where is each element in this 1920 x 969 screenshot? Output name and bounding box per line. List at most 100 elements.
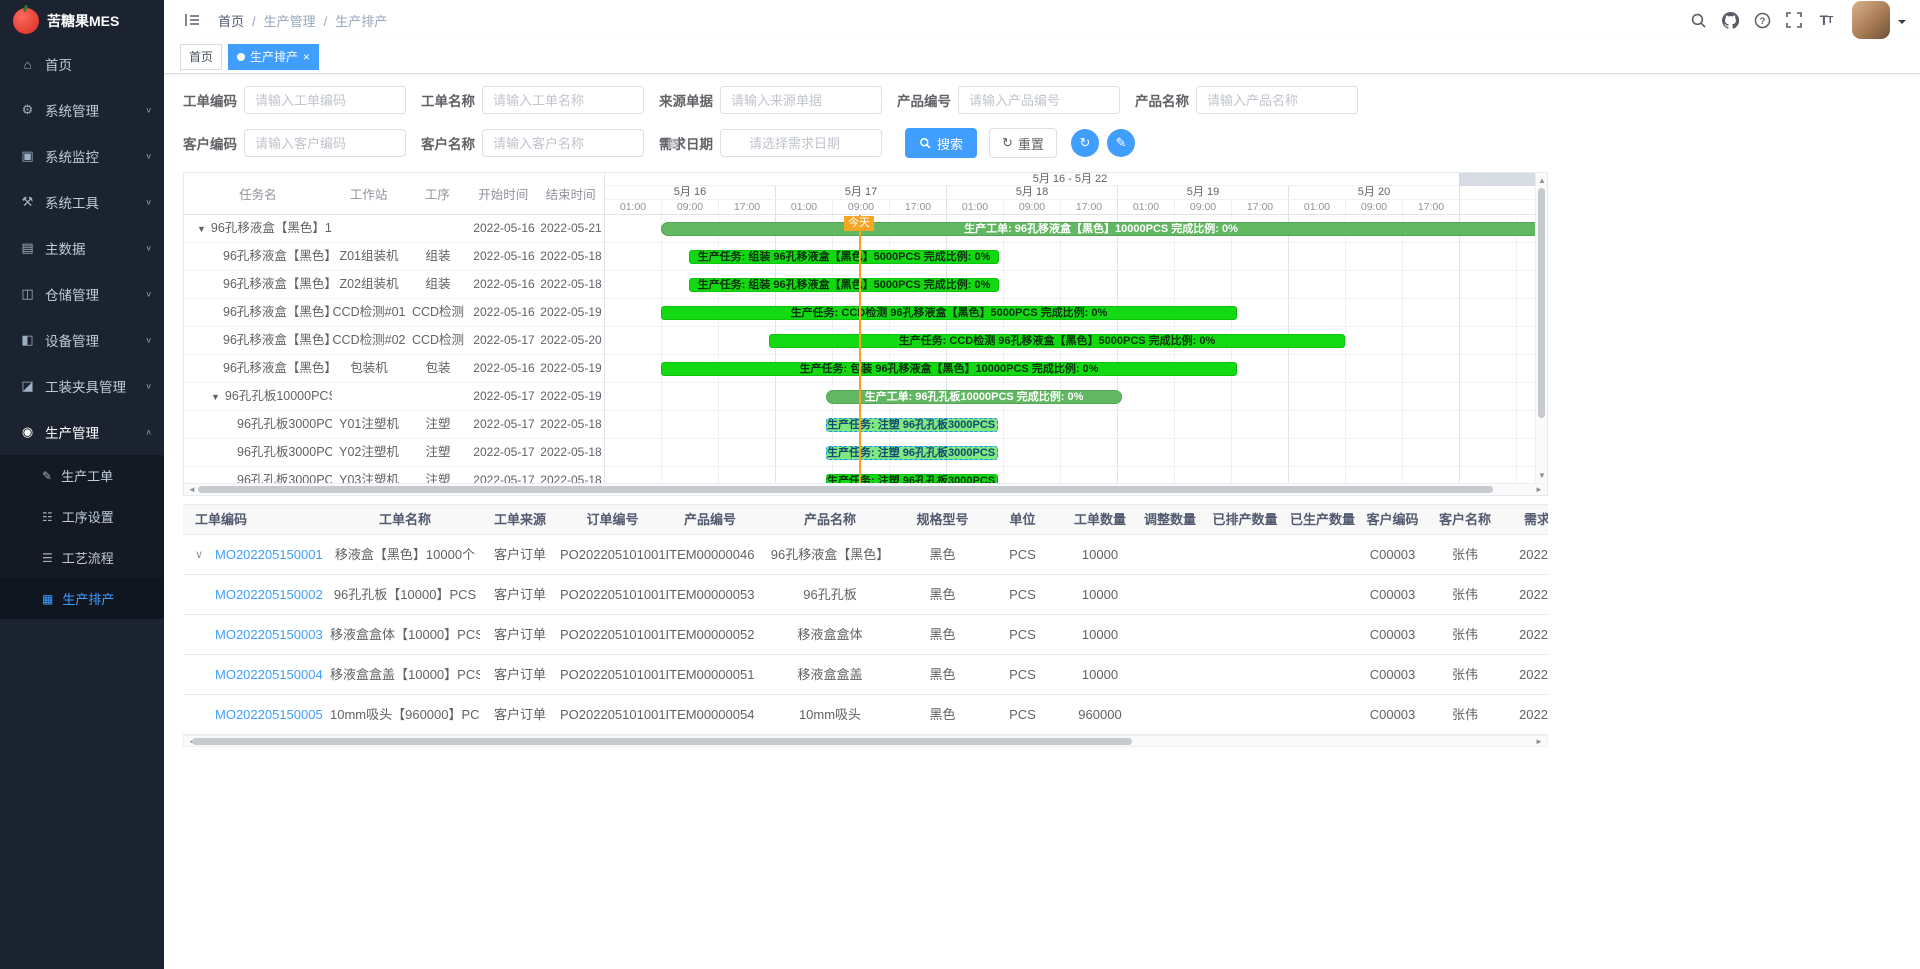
- gantt-bar[interactable]: 生产工单: 96孔孔板10000PCS 完成比例: 0%: [826, 390, 1122, 404]
- scroll-right-icon[interactable]: ►: [1533, 737, 1545, 746]
- gantt-bar[interactable]: 生产任务: CCD检测 96孔移液盒【黑色】5000PCS 完成比例: 0%: [661, 306, 1237, 320]
- filter-label: 客户编码: [183, 133, 237, 153]
- gantt-bar[interactable]: 生产工单: 96孔移液盒【黑色】10000PCS 完成比例: 0%: [661, 222, 1535, 236]
- process: [406, 383, 470, 410]
- sidebar-menu-item[interactable]: ▣ 系统监控 ∨: [0, 133, 164, 179]
- breadcrumb-item[interactable]: 生产排产: [316, 11, 388, 30]
- work-order-source: 客户订单: [480, 575, 560, 614]
- end-time: 2022-05-18: [538, 439, 605, 466]
- filter-input[interactable]: [482, 129, 644, 157]
- work-order-code-link[interactable]: MO202205150005: [215, 695, 323, 734]
- filter-input[interactable]: [244, 129, 406, 157]
- work-order-source: 客户订单: [480, 655, 560, 694]
- scroll-left-icon[interactable]: ◄: [186, 485, 198, 494]
- search-button[interactable]: 搜索: [905, 128, 977, 158]
- chevron-icon: ∨: [145, 197, 152, 206]
- filter-input[interactable]: [720, 129, 882, 157]
- gantt-hour-label: 17:00: [719, 200, 776, 214]
- table-column-header: 客户名称: [1425, 505, 1505, 534]
- row-expand-icon[interactable]: ∨: [195, 535, 215, 574]
- filter-input[interactable]: [244, 86, 406, 114]
- workstation: [332, 383, 406, 410]
- scroll-up-icon[interactable]: ▲: [1536, 176, 1548, 185]
- sidebar-submenu-item[interactable]: ☰ 工艺流程: [0, 537, 164, 578]
- reset-button[interactable]: ↻ 重置: [989, 128, 1057, 158]
- gantt-day-label: 5月 20: [1289, 186, 1460, 199]
- sidebar-submenu-item[interactable]: ☷ 工序设置: [0, 496, 164, 537]
- filter-input[interactable]: [482, 86, 644, 114]
- font-size-icon[interactable]: TT: [1814, 7, 1838, 33]
- tags-view: 首页 生产排产 ×: [164, 40, 1920, 74]
- close-icon[interactable]: ×: [303, 51, 310, 63]
- sidebar-menu-item[interactable]: ◧ 设备管理 ∨: [0, 317, 164, 363]
- work-order-code-link[interactable]: MO202205150003: [215, 615, 323, 654]
- menu-item-label: 仓储管理: [45, 284, 145, 304]
- fullscreen-icon[interactable]: [1782, 7, 1806, 33]
- app-logo[interactable]: 苦糖果MES: [0, 0, 164, 41]
- table-row[interactable]: ∨MO202205150001 移液盒【黑色】10000个 客户订单 PO202…: [183, 535, 1548, 575]
- product-number: ITEM00000046: [665, 535, 755, 574]
- filter-input[interactable]: [720, 86, 882, 114]
- expand-toggle-icon[interactable]: ▼: [211, 392, 220, 402]
- gantt-hour-label: 09:00: [662, 200, 719, 214]
- product-name: 96孔孔板: [755, 575, 905, 614]
- sidebar-menu-item[interactable]: ⚒ 系统工具 ∨: [0, 179, 164, 225]
- search-icon[interactable]: [1686, 7, 1710, 33]
- gantt-bar[interactable]: 生产任务: CCD检测 96孔移液盒【黑色】5000PCS 完成比例: 0%: [769, 334, 1345, 348]
- github-icon[interactable]: [1718, 7, 1742, 33]
- demand-date: 2022: [1505, 615, 1548, 654]
- sidebar-menu-item[interactable]: ⚙ 系统管理 ∨: [0, 87, 164, 133]
- table-row[interactable]: MO202205150005 10mm吸头【960000】PCS 客户订单 PO…: [183, 695, 1548, 735]
- table-horizontal-scrollbar[interactable]: ◄ ►: [183, 735, 1548, 747]
- table-row[interactable]: MO202205150004 移液盒盒盖【10000】PCS 客户订单 PO20…: [183, 655, 1548, 695]
- gantt-bar[interactable]: 生产任务: 注塑 96孔孔板3000PCS 完成比例: 0%: [826, 446, 998, 460]
- caret-down-icon[interactable]: [1898, 20, 1906, 28]
- question-icon[interactable]: ?: [1750, 7, 1774, 33]
- work-order-code-link[interactable]: MO202205150002: [215, 575, 323, 614]
- expand-toggle-icon[interactable]: ▼: [197, 224, 206, 234]
- work-order-code-link[interactable]: MO202205150001: [215, 535, 323, 574]
- gantt-bar[interactable]: 生产任务: 注塑 96孔孔板3000PCS 完成比例: 0%: [826, 474, 998, 483]
- breadcrumb-item[interactable]: 首页: [218, 11, 244, 30]
- scrollbar-thumb[interactable]: [1538, 188, 1545, 418]
- breadcrumb-item[interactable]: 生产管理: [244, 11, 316, 30]
- gantt-horizontal-scrollbar[interactable]: ◄ ►: [184, 483, 1547, 495]
- unit: PCS: [980, 695, 1065, 734]
- end-time: 2022-05-19: [538, 299, 605, 326]
- scrollbar-thumb[interactable]: [192, 738, 1132, 745]
- scroll-right-icon[interactable]: ►: [1533, 485, 1545, 494]
- start-time: 2022-05-17: [470, 439, 538, 466]
- sidebar-menu-item[interactable]: ⌂ 首页: [0, 41, 164, 87]
- scrollbar-thumb[interactable]: [198, 486, 1493, 493]
- gantt-bar[interactable]: 生产任务: 包装 96孔移液盒【黑色】10000PCS 完成比例: 0%: [661, 362, 1237, 376]
- customer-name: 张伟: [1425, 615, 1505, 654]
- scroll-down-icon[interactable]: ▼: [1536, 471, 1548, 480]
- filter-input[interactable]: [958, 86, 1120, 114]
- sidebar-menu-item[interactable]: ▤ 主数据 ∨: [0, 225, 164, 271]
- app-title: 苦糖果MES: [47, 11, 119, 31]
- end-time: 2022-05-19: [538, 355, 605, 382]
- sidebar-toggle-icon[interactable]: [180, 7, 204, 33]
- avatar[interactable]: [1852, 1, 1890, 39]
- view-tab[interactable]: 生产排产 ×: [228, 44, 319, 70]
- filter-input[interactable]: [1196, 86, 1358, 114]
- table-column-header: 调整数量: [1135, 505, 1205, 534]
- gantt-bar[interactable]: 生产任务: 注塑 96孔孔板3000PCS 完成比例: 0%: [826, 418, 998, 432]
- view-tab[interactable]: 首页: [180, 44, 222, 70]
- sidebar-submenu-item[interactable]: ▦ 生产排产: [0, 578, 164, 619]
- filter-field: 产品编号: [897, 86, 1120, 114]
- gantt-bar[interactable]: 生产任务: 组装 96孔移液盒【黑色】5000PCS 完成比例: 0%: [689, 278, 999, 292]
- work-order-code-link[interactable]: MO202205150004: [215, 655, 323, 694]
- sidebar-menu-item[interactable]: ◫ 仓储管理 ∨: [0, 271, 164, 317]
- sidebar-menu-item[interactable]: ◪ 工装夹具管理 ∨: [0, 363, 164, 409]
- table-row[interactable]: MO202205150002 96孔孔板【10000】PCS 客户订单 PO20…: [183, 575, 1548, 615]
- sidebar-submenu-item[interactable]: ✎ 生产工单: [0, 455, 164, 496]
- gantt-bar[interactable]: 生产任务: 组装 96孔移液盒【黑色】5000PCS 完成比例: 0%: [689, 250, 999, 264]
- table-row[interactable]: MO202205150003 移液盒盒体【10000】PCS 客户订单 PO20…: [183, 615, 1548, 655]
- round-action-button[interactable]: ↻: [1071, 129, 1099, 157]
- sidebar-menu-item[interactable]: ◉ 生产管理 ∧: [0, 409, 164, 455]
- order-quantity: 960000: [1065, 695, 1135, 734]
- gantt-hour-label: 09:00: [1175, 200, 1232, 214]
- round-action-button[interactable]: ✎: [1107, 129, 1135, 157]
- gantt-vertical-scrollbar[interactable]: ▲ ▼: [1535, 174, 1547, 482]
